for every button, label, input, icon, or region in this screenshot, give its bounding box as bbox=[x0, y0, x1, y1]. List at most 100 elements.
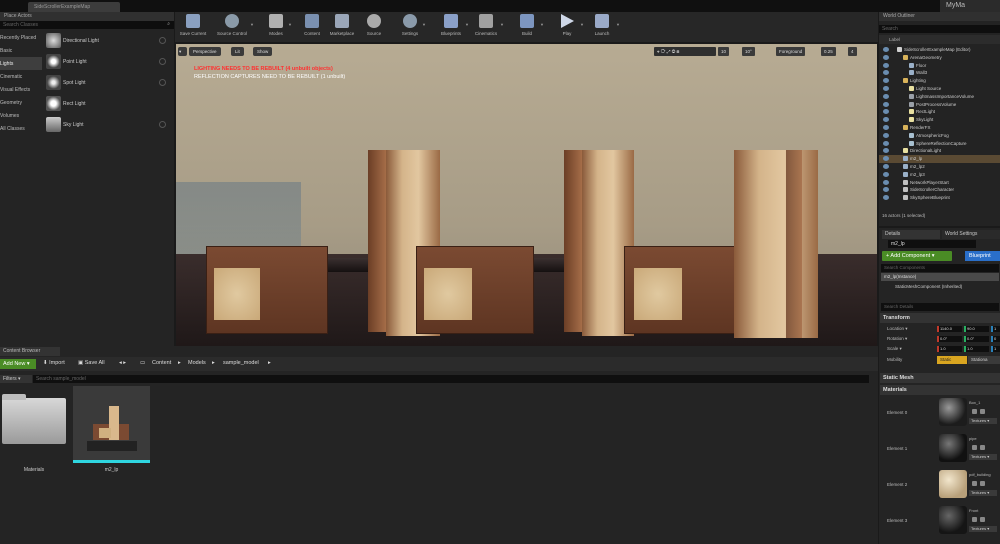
add-component-button[interactable]: + Add Component ▾ bbox=[882, 251, 952, 261]
outliner-row[interactable]: RenderFX bbox=[879, 124, 1000, 132]
material-thumbnail[interactable] bbox=[939, 506, 967, 534]
save-all-button[interactable]: ▣ Save All bbox=[78, 360, 105, 366]
import-button[interactable]: ⬇ Import bbox=[43, 360, 65, 366]
chevron-down-icon[interactable]: ▼ bbox=[580, 22, 584, 27]
outliner-row[interactable]: SkySphereBlueprint bbox=[879, 194, 1000, 202]
source-control-button[interactable]: Source Control bbox=[214, 14, 250, 42]
outliner-row[interactable]: DirectionalLight bbox=[879, 147, 1000, 155]
rotation-x[interactable]: 0.0° bbox=[937, 336, 962, 342]
grid-snap-button[interactable]: 10 bbox=[718, 47, 730, 56]
eye-icon[interactable] bbox=[883, 179, 889, 185]
eye-icon[interactable] bbox=[883, 54, 889, 60]
textures-dropdown[interactable]: Textures ▾ bbox=[969, 490, 997, 496]
outliner-row[interactable]: SideScrollerCharacter bbox=[879, 186, 1000, 194]
outliner-row[interactable]: NetworkPlayerStart bbox=[879, 179, 1000, 187]
marketplace-button[interactable]: Marketplace bbox=[327, 14, 357, 42]
eye-icon[interactable] bbox=[883, 164, 889, 169]
outliner-row[interactable]: SphereReflectionCapture bbox=[879, 140, 1000, 148]
breadcrumb-models[interactable]: Models bbox=[188, 360, 206, 366]
outliner-row[interactable]: LightmassImportanceVolume bbox=[879, 93, 1000, 101]
rotation-label[interactable]: Rotation ▾ bbox=[887, 336, 907, 342]
outliner-label-column[interactable]: Label bbox=[879, 35, 1000, 44]
browse-icon[interactable] bbox=[972, 481, 977, 486]
eye-icon[interactable] bbox=[883, 101, 889, 107]
save-current-button[interactable]: Save Current bbox=[178, 14, 208, 42]
eye-icon[interactable] bbox=[883, 140, 889, 146]
category-visual-effects[interactable]: Visual Effects bbox=[0, 83, 42, 96]
textures-dropdown[interactable]: Textures ▾ bbox=[969, 418, 997, 424]
search-details-input[interactable]: Search Details bbox=[881, 303, 999, 311]
place-item-point-light[interactable]: Point Light bbox=[44, 52, 170, 72]
component-root[interactable]: m2_lp(Instance) bbox=[881, 273, 999, 281]
launch-button[interactable]: Launch bbox=[590, 14, 614, 42]
eye-icon[interactable] bbox=[883, 132, 889, 138]
location-y[interactable]: 90.0 bbox=[964, 326, 989, 332]
place-item-directional-light[interactable]: Directional Light bbox=[44, 31, 170, 51]
place-item-rect-light[interactable]: Rect Light bbox=[44, 94, 170, 114]
camera-speed-button[interactable]: Foreground bbox=[776, 47, 806, 56]
eye-icon[interactable] bbox=[883, 78, 889, 84]
outliner-row[interactable]: m2_lp bbox=[879, 155, 1000, 164]
category-all-classes[interactable]: All Classes bbox=[0, 122, 42, 135]
eye-icon[interactable] bbox=[883, 171, 889, 177]
content-search-input[interactable]: Search sample_model bbox=[33, 375, 869, 383]
build-button[interactable]: Build bbox=[515, 14, 539, 42]
material-thumbnail[interactable] bbox=[939, 470, 967, 498]
play-button[interactable]: Play bbox=[555, 14, 579, 42]
textures-dropdown[interactable]: Textures ▾ bbox=[969, 454, 997, 460]
scale-x[interactable]: 1.0 bbox=[937, 346, 962, 352]
source-button[interactable]: Source bbox=[362, 14, 386, 42]
cinematics-button[interactable]: Cinematics bbox=[472, 14, 500, 42]
scale-label[interactable]: Scale ▾ bbox=[887, 346, 902, 352]
outliner-row[interactable]: PostProcessVolume bbox=[879, 101, 1000, 109]
location-z[interactable]: 1 bbox=[991, 326, 1000, 332]
search-icon[interactable] bbox=[980, 445, 985, 450]
info-icon[interactable] bbox=[159, 37, 166, 44]
chevron-down-icon[interactable]: ▼ bbox=[540, 22, 544, 27]
eye-icon[interactable] bbox=[883, 117, 889, 123]
scale-y[interactable]: 1.0 bbox=[964, 346, 989, 352]
category-basic[interactable]: Basic bbox=[0, 44, 42, 57]
info-icon[interactable] bbox=[159, 121, 166, 128]
search-icon[interactable] bbox=[980, 409, 985, 414]
content-browser-tab[interactable]: Content Browser bbox=[0, 347, 60, 356]
modes-button[interactable]: Modes bbox=[264, 14, 288, 42]
chevron-down-icon[interactable]: ▼ bbox=[288, 22, 292, 27]
mobility-static-button[interactable]: Static bbox=[937, 356, 967, 364]
eye-icon[interactable] bbox=[883, 195, 889, 201]
document-tab[interactable]: SideScrollerExampleMap bbox=[28, 2, 120, 12]
scale-z[interactable]: 1 bbox=[991, 346, 1000, 352]
breadcrumb-sample-model[interactable]: sample_model bbox=[223, 360, 259, 366]
search-icon[interactable] bbox=[980, 481, 985, 486]
details-tab[interactable]: Details bbox=[882, 230, 940, 239]
eye-icon[interactable] bbox=[883, 62, 889, 68]
eye-icon[interactable] bbox=[883, 148, 889, 154]
place-search-input[interactable]: Search Classes ⌕ bbox=[0, 21, 174, 29]
outliner-row[interactable]: Floor bbox=[879, 62, 1000, 70]
lit-button[interactable]: Lit bbox=[231, 47, 244, 56]
browse-icon[interactable] bbox=[972, 517, 977, 522]
chevron-down-icon[interactable]: ▼ bbox=[422, 22, 426, 27]
outliner-row[interactable]: Wall3 bbox=[879, 69, 1000, 77]
outliner-row[interactable]: ArenaGeometry bbox=[879, 54, 1000, 62]
blueprint-button[interactable]: Blueprint bbox=[965, 251, 1000, 261]
camera-count-button[interactable]: 4 bbox=[848, 47, 857, 56]
category-geometry[interactable]: Geometry bbox=[0, 96, 42, 109]
outliner-row[interactable]: Lighting bbox=[879, 77, 1000, 85]
mobility-stationary-button[interactable]: Stationa bbox=[968, 356, 1000, 364]
browse-icon[interactable] bbox=[972, 445, 977, 450]
chevron-down-icon[interactable]: ▼ bbox=[465, 22, 469, 27]
outliner-row[interactable]: Light Source bbox=[879, 85, 1000, 93]
browse-icon[interactable] bbox=[972, 409, 977, 414]
chevron-down-icon[interactable]: ▼ bbox=[616, 22, 620, 27]
material-thumbnail[interactable] bbox=[939, 398, 967, 426]
search-components-input[interactable]: Search Components bbox=[881, 264, 999, 272]
settings-button[interactable]: Settings bbox=[398, 14, 422, 42]
eye-icon[interactable] bbox=[883, 187, 889, 193]
actor-name-field[interactable]: m2_lp bbox=[888, 240, 976, 248]
category-cinematic[interactable]: Cinematic bbox=[0, 70, 42, 83]
level-viewport[interactable]: ▾ Perspective Lit Show LIGHTING NEEDS TO… bbox=[176, 44, 877, 346]
asset-static-mesh-m2-lp[interactable] bbox=[73, 386, 150, 463]
rotation-y[interactable]: 0.0° bbox=[964, 336, 989, 342]
outliner-row[interactable]: m2_lp3 bbox=[879, 171, 1000, 179]
